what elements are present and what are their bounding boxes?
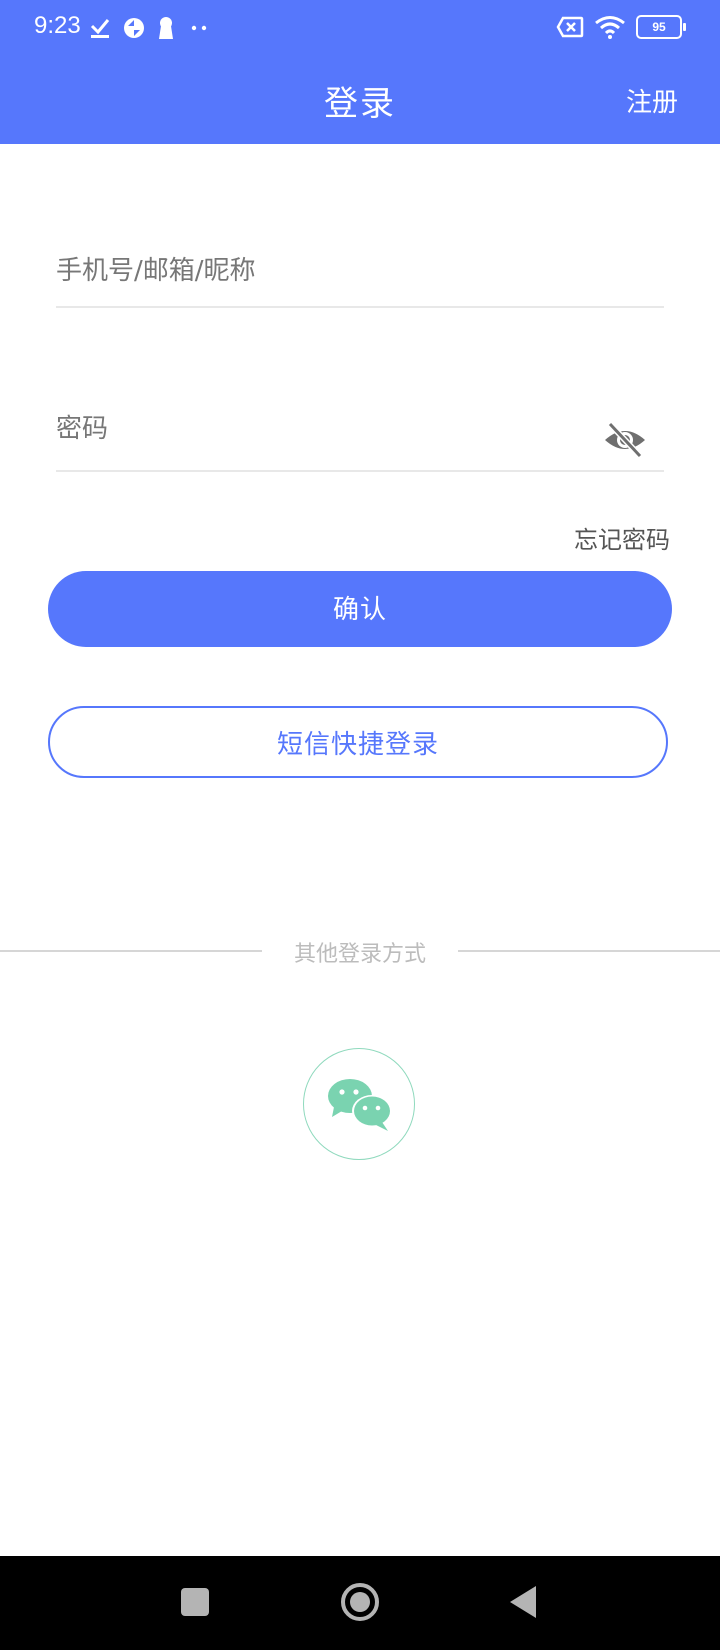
status-time: 9:23	[34, 12, 81, 39]
sync-icon	[124, 18, 144, 38]
more-dots-icon	[191, 25, 207, 31]
password-input[interactable]	[56, 414, 596, 444]
page-title: 登录	[324, 84, 396, 124]
eye-off-icon[interactable]	[602, 420, 648, 460]
battery-icon: 95	[636, 15, 686, 39]
status-left-icons	[90, 14, 212, 42]
password-field	[56, 414, 664, 472]
keyhole-icon	[159, 17, 173, 39]
forgot-password-link[interactable]: 忘记密码	[574, 520, 670, 555]
sms-login-button[interactable]: 短信快捷登录	[48, 706, 668, 778]
account-field	[56, 256, 664, 308]
wechat-login-button[interactable]	[303, 1048, 415, 1160]
divider-right	[458, 950, 720, 952]
confirm-button[interactable]: 确认	[48, 571, 672, 647]
account-input[interactable]	[56, 256, 596, 286]
system-nav-bar	[0, 1556, 720, 1650]
back-icon[interactable]	[508, 1584, 538, 1620]
register-button[interactable]: 注册	[626, 82, 678, 119]
header: 登录 注册	[0, 56, 720, 144]
status-right-icons: 95	[556, 12, 686, 42]
home-icon[interactable]	[340, 1582, 380, 1622]
check-icon	[90, 19, 110, 38]
wechat-icon	[328, 1079, 392, 1131]
status-bar: 9:23 95	[0, 0, 720, 56]
wifi-icon	[595, 16, 625, 39]
recent-apps-icon[interactable]	[181, 1588, 209, 1616]
sim-x-icon	[556, 16, 584, 38]
other-login-label: 其他登录方式	[293, 942, 426, 967]
